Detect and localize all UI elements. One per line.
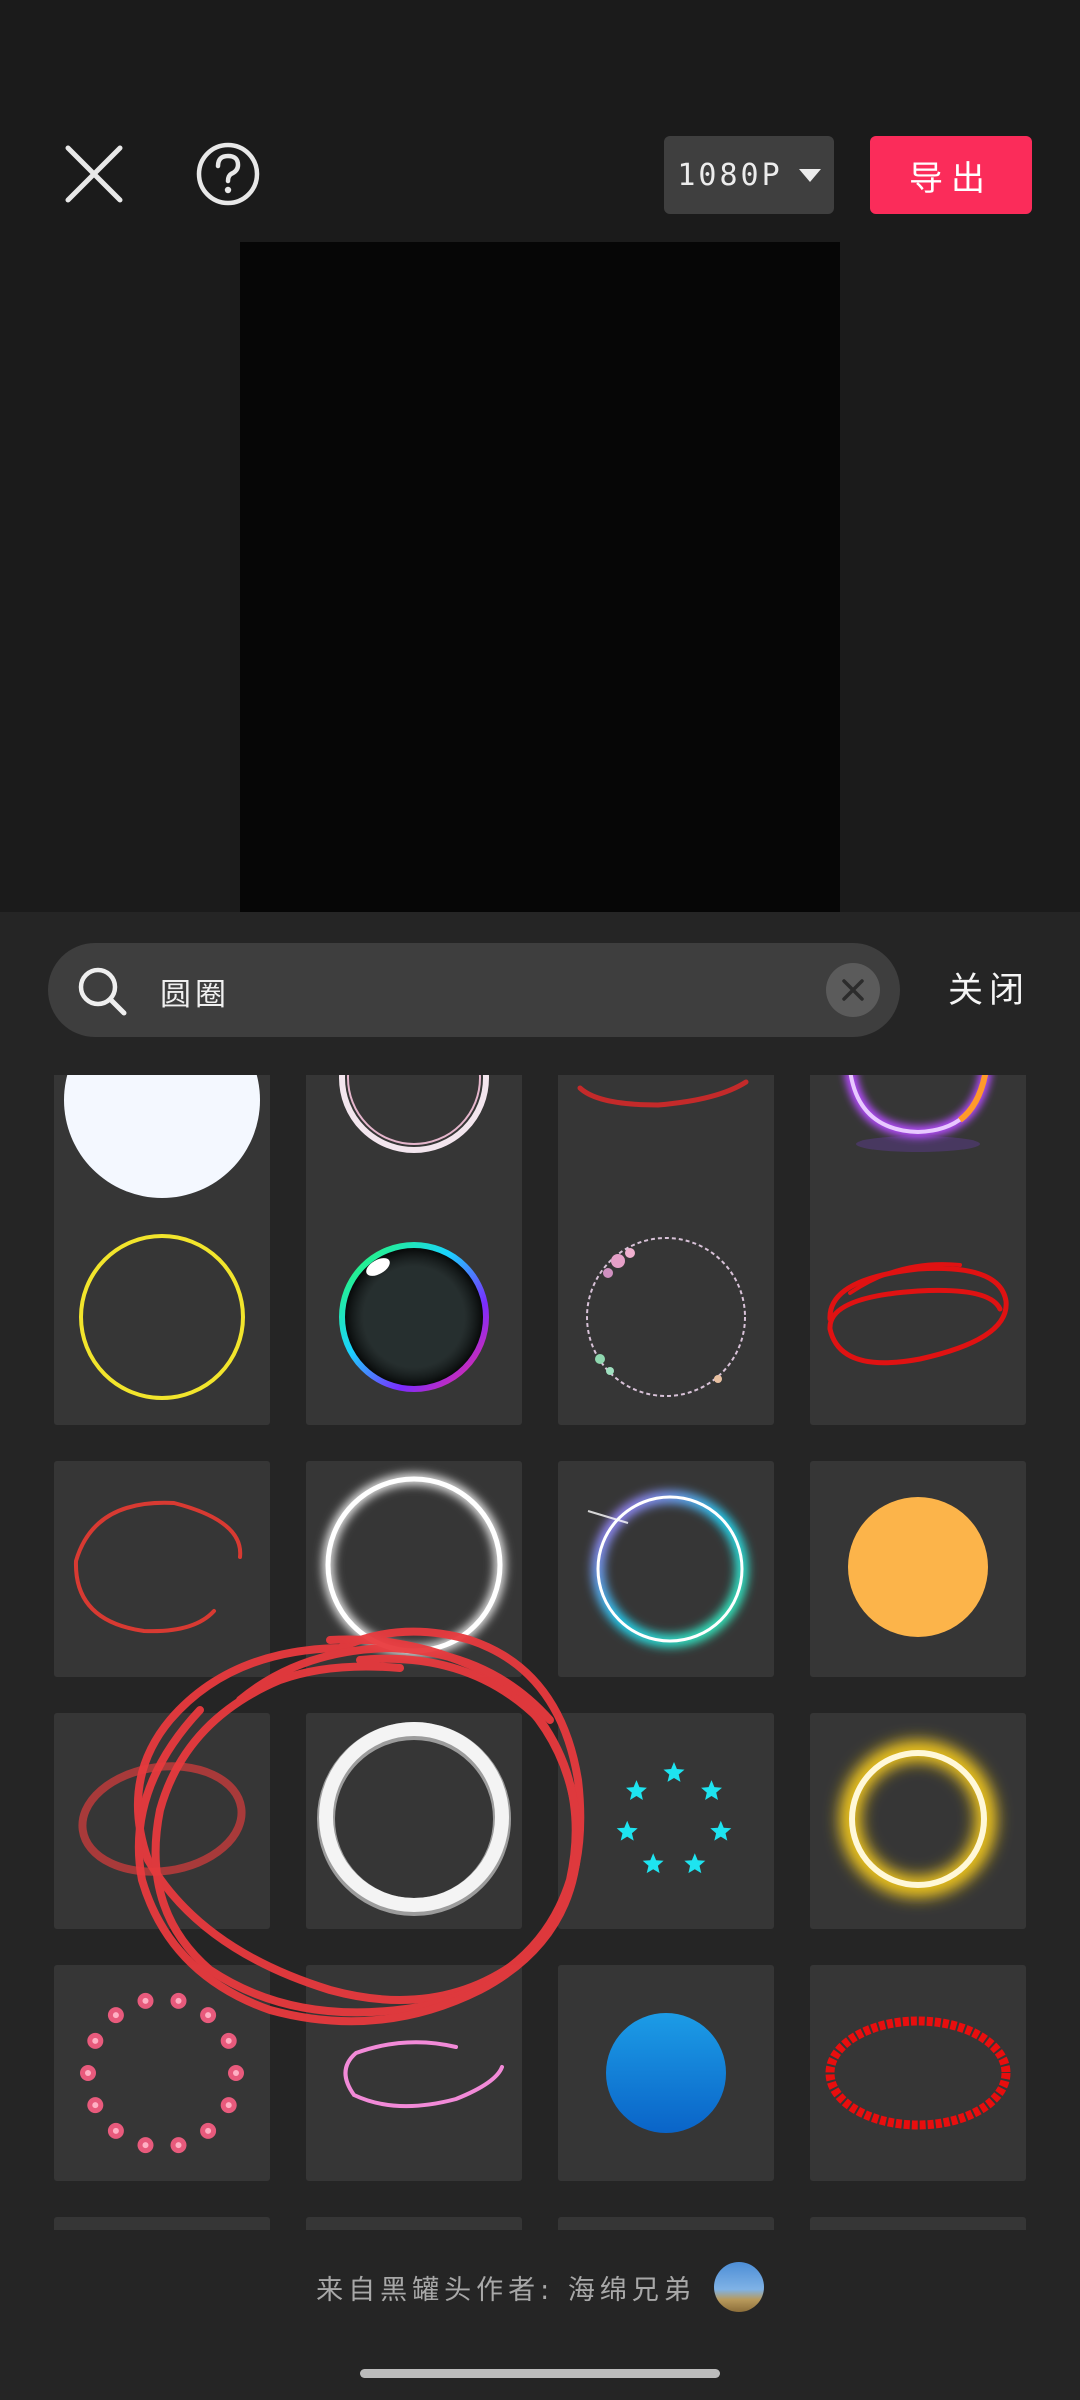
home-indicator[interactable] (360, 2369, 720, 2378)
sticker-pink-scribble[interactable] (306, 1965, 522, 2181)
author-credit: 来自黑罐头作者: 海绵兄弟 (0, 2262, 1080, 2312)
export-label: 导出 (909, 158, 993, 199)
sticker-partial[interactable] (810, 2217, 1026, 2230)
resolution-dropdown[interactable]: 1080P (664, 136, 834, 214)
help-icon[interactable] (194, 140, 262, 208)
sticker-pink-ring[interactable] (306, 1075, 522, 1216)
sticker-orange-disc[interactable] (810, 1461, 1026, 1677)
sticker-white-disc[interactable] (54, 1075, 270, 1216)
sticker-red-scribble-ellipse[interactable] (810, 1209, 1026, 1425)
sticker-yellow-thin-ring[interactable] (54, 1209, 270, 1425)
export-button[interactable]: 导出 (870, 136, 1032, 214)
search-input[interactable]: 圆圈 (160, 969, 230, 1014)
sticker-red-stroke[interactable] (558, 1075, 774, 1216)
avatar[interactable] (713, 2262, 764, 2312)
sticker-golden-glow-ring[interactable] (810, 1713, 1026, 1929)
sticker-partial[interactable] (54, 2217, 270, 2230)
sticker-partial[interactable] (306, 2217, 522, 2230)
sticker-white-3d-ring[interactable] (306, 1713, 522, 1929)
sticker-red-ellipse[interactable] (54, 1713, 270, 1929)
clear-search-button[interactable] (826, 963, 880, 1017)
credit-text: 来自黑罐头作者: 海绵兄弟 (316, 2274, 696, 2306)
sticker-white-glow-ring[interactable] (306, 1461, 522, 1677)
close-panel-button[interactable]: 关闭 (948, 962, 1030, 1013)
clear-icon (842, 979, 864, 1001)
close-icon[interactable] (62, 142, 126, 206)
sticker-partial[interactable] (558, 2217, 774, 2230)
sticker-rainbow-bubble[interactable] (306, 1209, 522, 1425)
search-bar[interactable]: 圆圈 (48, 943, 900, 1037)
sticker-grid (0, 1075, 1080, 2230)
chevron-down-icon (798, 168, 821, 182)
top-bar: 1080P 导出 (0, 0, 1080, 240)
search-icon (76, 965, 128, 1017)
sticker-pink-rose-ring[interactable] (54, 1965, 270, 2181)
sticker-purple-neon-ring[interactable] (810, 1075, 1026, 1216)
sticker-blue-disc[interactable] (558, 1965, 774, 2181)
sticker-floral-ring[interactable] (558, 1209, 774, 1425)
sticker-cyan-star-ring[interactable] (558, 1713, 774, 1929)
resolution-label: 1080P (677, 157, 783, 193)
sticker-red-pixel-ellipse[interactable] (810, 1965, 1026, 2181)
video-preview[interactable] (240, 242, 840, 912)
sticker-rainbow-glow-ring[interactable] (558, 1461, 774, 1677)
sticker-red-hand-drawn-circle[interactable] (54, 1461, 270, 1677)
